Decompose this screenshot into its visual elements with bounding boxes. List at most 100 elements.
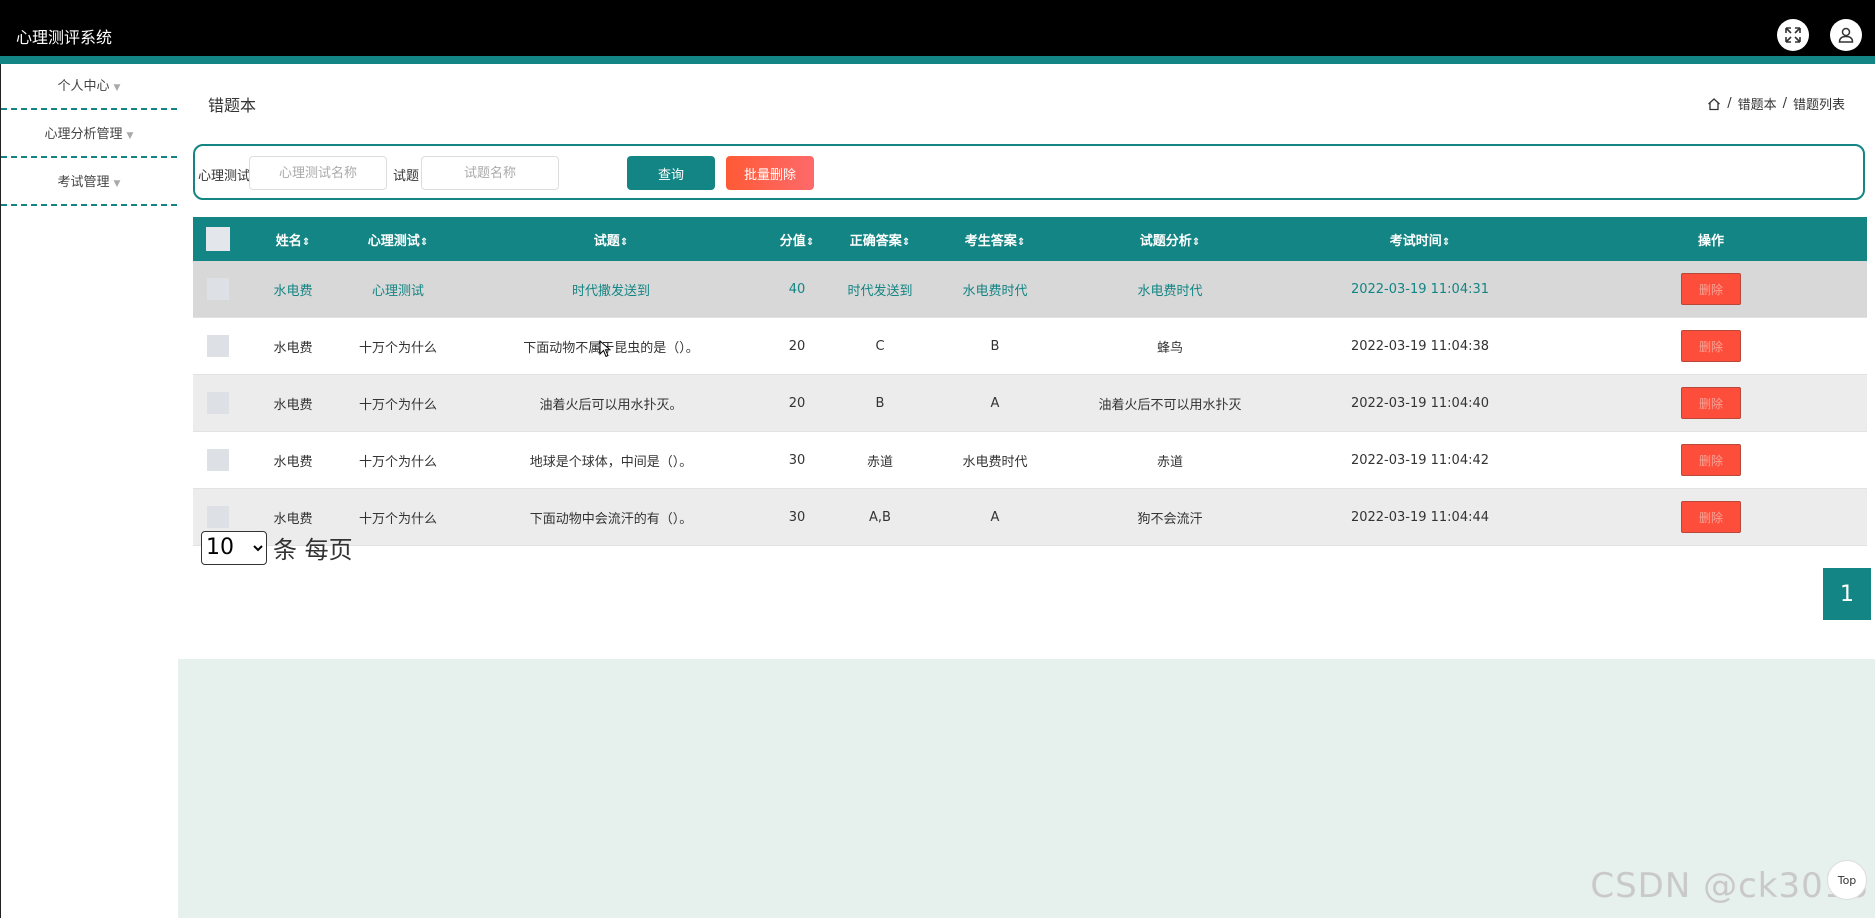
delete-button[interactable]: 删除 bbox=[1681, 501, 1741, 533]
back-to-top-button[interactable]: Top bbox=[1827, 860, 1867, 900]
cell-student-answer: 水电费时代 bbox=[935, 431, 1055, 489]
caret-down-icon: ▼ bbox=[113, 179, 121, 189]
breadcrumb: / 错题本 / 错题列表 bbox=[1707, 94, 1845, 113]
cell-actions: 删除 bbox=[1555, 261, 1867, 318]
sidebar-item-label: 心理分析管理 bbox=[44, 127, 123, 142]
select-all-checkbox[interactable] bbox=[206, 227, 230, 251]
cell-score: 20 bbox=[769, 374, 825, 432]
breadcrumb-separator: / bbox=[1782, 96, 1787, 111]
table-row[interactable]: 水电费 心理测试 时代撒发送到 40 时代发送到 水电费时代 水电费时代 202… bbox=[193, 261, 1867, 318]
cell-student-answer: 水电费时代 bbox=[935, 261, 1055, 318]
search-form: 心理测试 试题 查询 批量删除 bbox=[193, 144, 1865, 200]
sort-icon: ⇕ bbox=[1441, 236, 1451, 248]
sort-icon: ⇕ bbox=[1016, 236, 1026, 248]
cell-test: 十万个为什么 bbox=[343, 374, 453, 432]
table-header-row: 姓名⇕ 心理测试⇕ 试题⇕ 分值⇕ 正确答案⇕ 考生答案⇕ 试题分析⇕ 考试时间… bbox=[193, 217, 1867, 261]
cell-student-answer: A bbox=[935, 488, 1055, 546]
page-size-control: 10 条 每页 bbox=[201, 530, 353, 565]
select-all-cell[interactable] bbox=[193, 217, 243, 261]
cell-exam-time: 2022-03-19 11:04:31 bbox=[1285, 261, 1555, 318]
column-header-analysis[interactable]: 试题分析⇕ bbox=[1055, 217, 1285, 261]
sidebar-item-psychology-analysis[interactable]: 心理分析管理 ▼ bbox=[1, 112, 177, 158]
table-row[interactable]: 水电费 十万个为什么 油着火后可以用水扑灭。 20 B A 油着火后不可以用水扑… bbox=[193, 374, 1867, 432]
cell-question: 下面动物中会流汗的有（）。 bbox=[453, 488, 769, 546]
sidebar-item-label: 考试管理 bbox=[57, 175, 110, 190]
sort-icon: ⇕ bbox=[419, 236, 429, 248]
page-size-select[interactable]: 10 bbox=[201, 530, 267, 565]
row-checkbox[interactable] bbox=[207, 392, 229, 414]
query-button[interactable]: 查询 bbox=[627, 156, 715, 190]
sidebar-item-exam-management[interactable]: 考试管理 ▼ bbox=[1, 160, 177, 206]
cell-test: 十万个为什么 bbox=[343, 488, 453, 546]
batch-delete-button[interactable]: 批量删除 bbox=[726, 156, 814, 190]
row-checkbox[interactable] bbox=[207, 449, 229, 471]
sort-icon: ⇕ bbox=[301, 236, 311, 248]
page-title: 错题本 bbox=[208, 96, 257, 115]
cell-question: 地球是个球体，中间是（）。 bbox=[453, 431, 769, 489]
cell-test: 十万个为什么 bbox=[343, 431, 453, 489]
cell-name: 水电费 bbox=[243, 431, 343, 489]
footer-background: CSDN @ck3018 Top bbox=[178, 659, 1875, 918]
sort-icon: ⇕ bbox=[1191, 236, 1201, 248]
cell-score: 30 bbox=[769, 488, 825, 546]
breadcrumb-item[interactable]: 错题本 bbox=[1738, 94, 1777, 113]
delete-button[interactable]: 删除 bbox=[1681, 330, 1741, 362]
cell-analysis: 赤道 bbox=[1055, 431, 1285, 489]
column-header-student-answer[interactable]: 考生答案⇕ bbox=[935, 217, 1055, 261]
pagination-page-1[interactable]: 1 bbox=[1823, 568, 1871, 620]
fullscreen-button[interactable] bbox=[1777, 19, 1809, 51]
cell-exam-time: 2022-03-19 11:04:40 bbox=[1285, 374, 1555, 432]
breadcrumb-item-current: 错题列表 bbox=[1792, 98, 1845, 113]
header-accent-stripe bbox=[0, 56, 1875, 64]
test-label: 心理测试 bbox=[198, 169, 251, 184]
wrong-questions-table: 姓名⇕ 心理测试⇕ 试题⇕ 分值⇕ 正确答案⇕ 考生答案⇕ 试题分析⇕ 考试时间… bbox=[193, 217, 1867, 546]
cell-actions: 删除 bbox=[1555, 374, 1867, 432]
column-header-exam-time[interactable]: 考试时间⇕ bbox=[1285, 217, 1555, 261]
question-search-input[interactable] bbox=[421, 156, 559, 190]
cell-exam-time: 2022-03-19 11:04:44 bbox=[1285, 488, 1555, 546]
cell-exam-time: 2022-03-19 11:04:42 bbox=[1285, 431, 1555, 489]
caret-down-icon: ▼ bbox=[126, 131, 134, 141]
delete-button[interactable]: 删除 bbox=[1681, 444, 1741, 476]
cell-score: 40 bbox=[769, 261, 825, 318]
table-row[interactable]: 水电费 十万个为什么 地球是个球体，中间是（）。 30 赤道 水电费时代 赤道 … bbox=[193, 431, 1867, 489]
sort-icon: ⇕ bbox=[805, 236, 815, 248]
mouse-cursor-icon bbox=[599, 340, 611, 358]
row-checkbox[interactable] bbox=[207, 278, 229, 300]
table-row[interactable]: 水电费 十万个为什么 下面动物中会流汗的有（）。 30 A,B A 狗不会流汗 … bbox=[193, 488, 1867, 546]
cell-name: 水电费 bbox=[243, 261, 343, 318]
sidebar-item-personal-center[interactable]: 个人中心 ▼ bbox=[1, 64, 177, 110]
cell-student-answer: B bbox=[935, 317, 1055, 375]
app-title: 心理测评系统 bbox=[16, 28, 113, 47]
cell-actions: 删除 bbox=[1555, 431, 1867, 489]
delete-button[interactable]: 删除 bbox=[1681, 387, 1741, 419]
column-header-actions: 操作 bbox=[1555, 217, 1867, 261]
column-header-question[interactable]: 试题⇕ bbox=[453, 217, 769, 261]
column-header-name[interactable]: 姓名⇕ bbox=[243, 217, 343, 261]
caret-down-icon: ▼ bbox=[113, 83, 121, 93]
cell-name: 水电费 bbox=[243, 374, 343, 432]
cell-analysis: 油着火后不可以用水扑灭 bbox=[1055, 374, 1285, 432]
cell-score: 30 bbox=[769, 431, 825, 489]
sidebar: 个人中心 ▼ 心理分析管理 ▼ 考试管理 ▼ bbox=[0, 64, 178, 918]
row-checkbox[interactable] bbox=[207, 506, 229, 528]
cell-question: 下面动物不属于昆虫的是（）。 bbox=[453, 317, 769, 375]
cell-test: 十万个为什么 bbox=[343, 317, 453, 375]
breadcrumb-separator: / bbox=[1727, 96, 1732, 111]
cell-test: 心理测试 bbox=[343, 261, 453, 318]
main-content: 错题本 / 错题本 / 错题列表 心理测试 试题 查询 批量删除 姓名⇕ 心理测… bbox=[178, 64, 1875, 918]
home-icon[interactable] bbox=[1707, 97, 1721, 111]
column-header-correct-answer[interactable]: 正确答案⇕ bbox=[825, 217, 935, 261]
cell-actions: 删除 bbox=[1555, 488, 1867, 546]
test-search-input[interactable] bbox=[249, 156, 387, 190]
user-button[interactable] bbox=[1830, 19, 1862, 51]
cell-question: 时代撒发送到 bbox=[453, 261, 769, 318]
cell-exam-time: 2022-03-19 11:04:38 bbox=[1285, 317, 1555, 375]
sort-icon: ⇕ bbox=[901, 236, 911, 248]
row-checkbox[interactable] bbox=[207, 335, 229, 357]
delete-button[interactable]: 删除 bbox=[1681, 273, 1741, 305]
cell-analysis: 蜂鸟 bbox=[1055, 317, 1285, 375]
column-header-test[interactable]: 心理测试⇕ bbox=[343, 217, 453, 261]
table-row[interactable]: 水电费 十万个为什么 下面动物不属于昆虫的是（）。 20 C B 蜂鸟 2022… bbox=[193, 317, 1867, 375]
column-header-score[interactable]: 分值⇕ bbox=[769, 217, 825, 261]
